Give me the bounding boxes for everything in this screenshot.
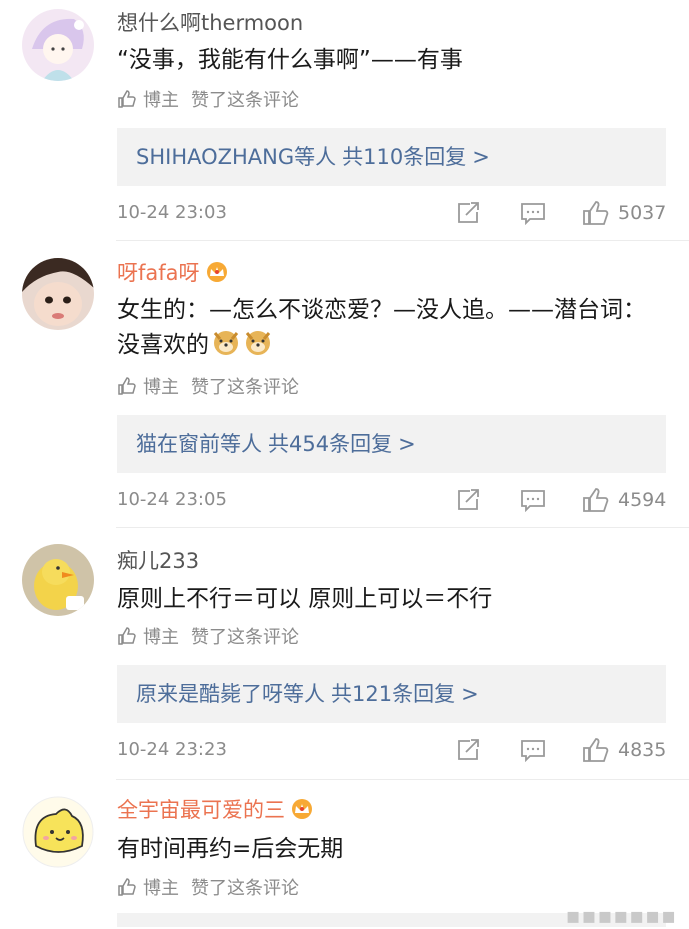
replies-count: 共110条回复 xyxy=(342,145,467,169)
blogger-label: 博主 xyxy=(143,627,179,648)
doge-emoji-icon xyxy=(211,327,241,367)
vip-crown-icon xyxy=(289,798,315,826)
comment-button[interactable] xyxy=(520,485,546,515)
like-count: 4594 xyxy=(618,489,667,511)
comment-icon xyxy=(521,740,545,762)
replies-users: 原来是酷毙了呀等人 xyxy=(136,682,325,706)
blogger-liked-note: 博主 赞了这条评论 xyxy=(117,376,299,402)
share-icon xyxy=(458,202,479,223)
comment-text: 有时间再约=后会无期 xyxy=(117,836,344,862)
liked-text: 赞了这条评论 xyxy=(191,878,299,899)
liked-text: 赞了这条评论 xyxy=(191,377,299,398)
blogger-label: 博主 xyxy=(143,90,179,111)
like-icon xyxy=(583,201,609,225)
avatar[interactable] xyxy=(22,258,94,330)
blogger-liked-note: 博主 赞了这条评论 xyxy=(117,626,299,652)
liked-text: 赞了这条评论 xyxy=(191,627,299,648)
replies-link[interactable]: 原来是酷毙了呀等人 共121条回复 > xyxy=(117,665,666,723)
like-count: 4835 xyxy=(618,739,667,761)
comment-footer: 10-24 23:03 5037 xyxy=(117,198,666,228)
like-button[interactable]: 4594 xyxy=(582,485,666,515)
avatar[interactable] xyxy=(22,796,94,868)
username[interactable]: 想什么啊thermoon xyxy=(117,10,303,36)
share-button[interactable] xyxy=(456,735,482,765)
thumb-up-icon xyxy=(117,877,137,903)
comment-text-body: 女生的：—怎么不谈恋爱？—没人追。——潜台词：没喜欢的 xyxy=(117,297,646,358)
like-button[interactable]: 4835 xyxy=(582,735,666,765)
comment-text: 原则上不行＝可以 原则上可以＝不行 xyxy=(117,586,493,612)
comment-icon xyxy=(521,490,545,512)
comment-footer: 10-24 23:23 4835 xyxy=(117,735,666,765)
chevron-right-icon: > xyxy=(472,145,490,169)
avatar[interactable] xyxy=(22,544,94,616)
watermark-dots: ▪▪▪▪▪▪▪ xyxy=(565,904,677,929)
comment-button[interactable] xyxy=(520,198,546,228)
replies-link[interactable]: SHIHAOZHANG等人 共110条回复 > xyxy=(117,128,666,186)
blogger-liked-note: 博主 赞了这条评论 xyxy=(117,89,299,115)
replies-users: 猫在窗前等人 xyxy=(136,432,262,456)
like-count: 5037 xyxy=(618,202,667,224)
chevron-right-icon: > xyxy=(398,432,416,456)
replies-count: 共454条回复 xyxy=(268,432,393,456)
blogger-label: 博主 xyxy=(143,377,179,398)
replies-link[interactable]: 猫在窗前等人 共454条回复 > xyxy=(117,415,666,473)
like-icon xyxy=(583,488,609,512)
doge-emoji-icon xyxy=(243,327,273,367)
comment-button[interactable] xyxy=(520,735,546,765)
share-button[interactable] xyxy=(456,485,482,515)
comment-item: 想什么啊thermoon “没事，我能有什么事啊”——有事 博主 赞了这条评论 S… xyxy=(0,0,689,241)
replies-count: 共121条回复 xyxy=(331,682,456,706)
comment-item: 痴儿233 原则上不行＝可以 原则上可以＝不行 博主 赞了这条评论 原来是酷毙了呀… xyxy=(0,528,689,780)
blogger-label: 博主 xyxy=(143,878,179,899)
share-icon xyxy=(458,739,479,760)
username[interactable]: 痴儿233 xyxy=(117,548,199,574)
comment-text: “没事，我能有什么事啊”——有事 xyxy=(117,47,463,73)
username[interactable]: 全宇宙最可爱的三 xyxy=(117,797,315,826)
thumb-up-icon xyxy=(117,376,137,402)
avatar[interactable] xyxy=(22,9,94,81)
timestamp: 10-24 23:03 xyxy=(117,202,227,223)
chevron-right-icon: > xyxy=(461,682,479,706)
timestamp: 10-24 23:05 xyxy=(117,489,227,510)
blogger-liked-note: 博主 赞了这条评论 xyxy=(117,877,299,903)
share-button[interactable] xyxy=(456,198,482,228)
comment-item: 呀fafa呀 女生的：—怎么不谈恋爱？—没人追。——潜台词：没喜欢的 博主 赞了这… xyxy=(0,241,689,528)
comment-footer: 10-24 23:05 4594 xyxy=(117,485,666,515)
like-button[interactable]: 5037 xyxy=(582,198,666,228)
comment-icon xyxy=(521,203,545,225)
timestamp: 10-24 23:23 xyxy=(117,739,227,760)
like-icon xyxy=(583,738,609,762)
replies-users: SHIHAOZHANG等人 xyxy=(136,145,337,169)
username[interactable]: 呀fafa呀 xyxy=(117,260,230,289)
comment-text: 女生的：—怎么不谈恋爱？—没人追。——潜台词：没喜欢的 xyxy=(117,293,655,367)
liked-text: 赞了这条评论 xyxy=(191,90,299,111)
thumb-up-icon xyxy=(117,89,137,115)
username-text: 全宇宙最可爱的三 xyxy=(117,798,285,822)
thumb-up-icon xyxy=(117,626,137,652)
share-icon xyxy=(458,489,479,510)
vip-crown-icon xyxy=(204,261,230,289)
username-text: 呀fafa呀 xyxy=(117,261,200,285)
